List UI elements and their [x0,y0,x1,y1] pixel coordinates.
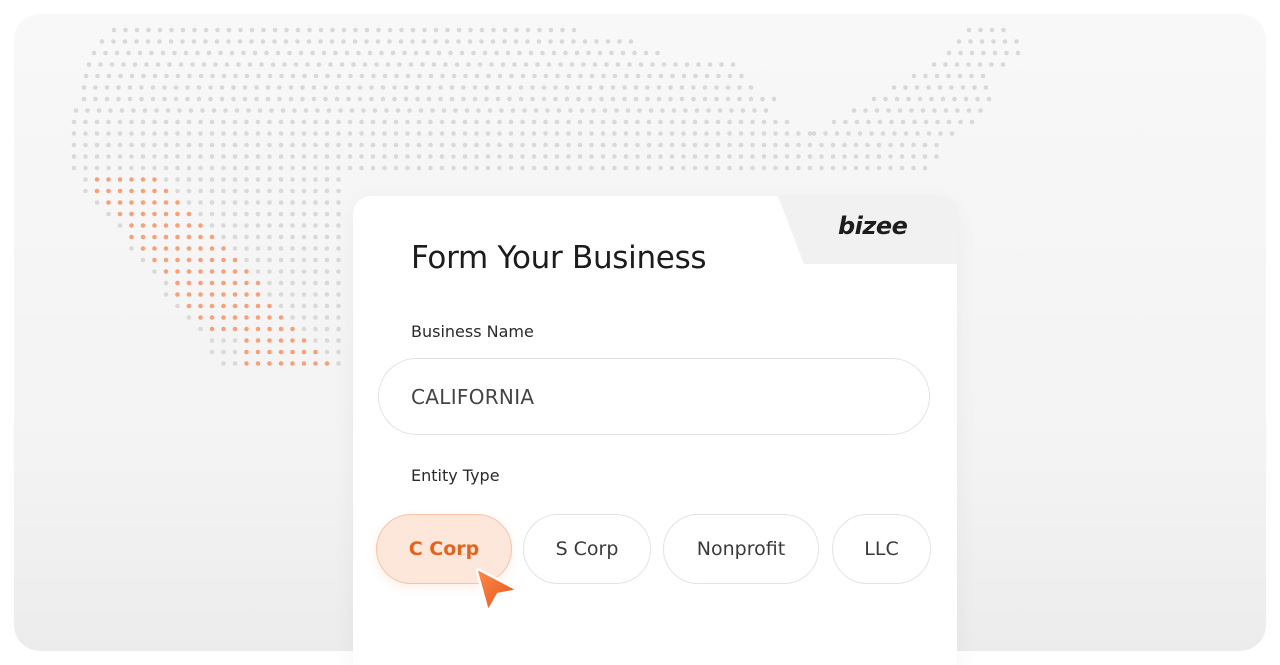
entity-option-llc[interactable]: LLC [832,514,931,584]
bizee-logo: bizee [838,212,908,240]
entity-option-nonprofit[interactable]: Nonprofit [663,514,819,584]
entity-option-s-corp[interactable]: S Corp [523,514,651,584]
entity-type-label: Entity Type [411,466,500,485]
pointer-arrow-icon [475,567,517,610]
form-title: Form Your Business [411,240,707,276]
business-name-value: CALIFORNIA [411,384,535,409]
business-name-label: Business Name [411,322,534,341]
business-name-input[interactable]: CALIFORNIA [378,358,930,435]
